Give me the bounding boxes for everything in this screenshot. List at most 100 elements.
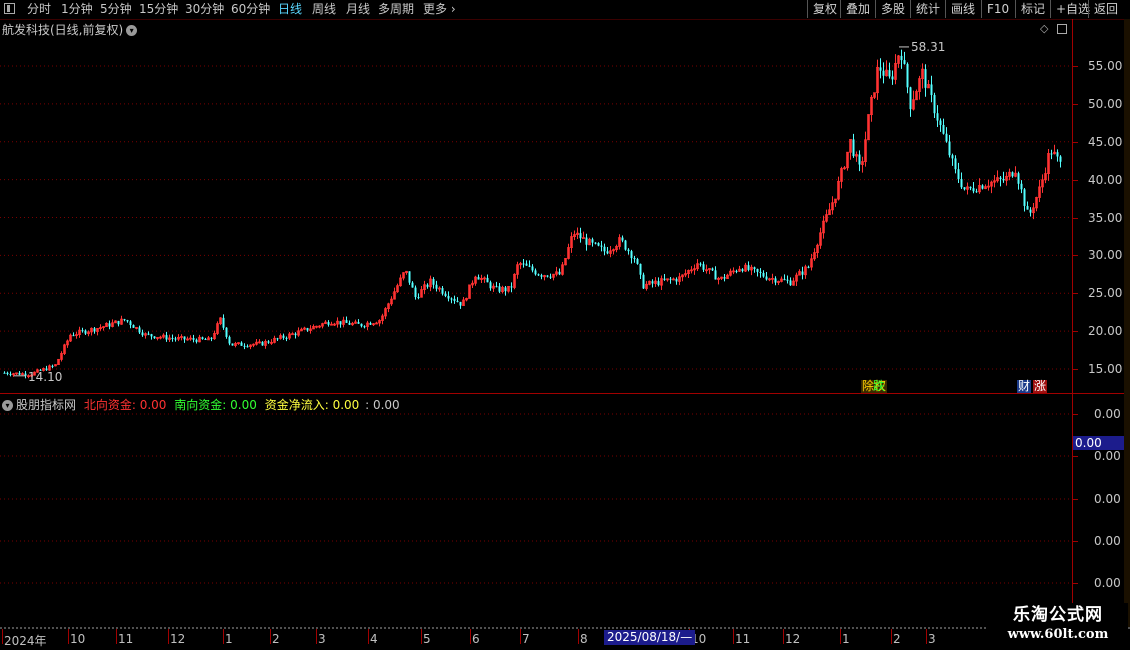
date-tick: [270, 629, 271, 644]
candle-body: [1017, 173, 1020, 184]
candle-body: [924, 69, 927, 88]
candle-body: [150, 334, 153, 337]
toolbar-button-4[interactable]: 画线: [945, 0, 981, 18]
candle-body: [339, 321, 342, 325]
candle-body: [138, 327, 141, 333]
candle-body: [663, 278, 666, 280]
candle-body: [72, 335, 75, 337]
toolbar-button-2[interactable]: 多股: [875, 0, 910, 18]
period-tab-7[interactable]: 周线: [312, 1, 336, 18]
candle-body: [210, 337, 213, 339]
date-tick: [891, 629, 892, 644]
candle-body: [714, 270, 717, 280]
candle-body: [447, 295, 450, 299]
toolbar-button-0[interactable]: 复权: [807, 0, 840, 18]
current-value-box: 0.00: [1073, 436, 1124, 450]
candle-body: [699, 263, 702, 265]
candle-body: [633, 258, 636, 260]
period-tab-2[interactable]: 5分钟: [100, 1, 132, 18]
date-label: 2: [893, 632, 901, 646]
date-label: 11: [118, 632, 134, 646]
candle-body: [603, 246, 606, 252]
candle-body: [624, 240, 627, 250]
date-label: 2024年: [4, 634, 47, 648]
candle-body: [960, 179, 963, 188]
candle-body: [108, 323, 111, 327]
indicator-tick: [1073, 541, 1078, 542]
candle-body: [408, 271, 411, 283]
candle-body: [579, 233, 582, 239]
period-tab-8[interactable]: 月线: [346, 1, 370, 18]
candle-body: [489, 282, 492, 289]
candle-body: [411, 282, 414, 288]
period-tab-1[interactable]: 1分钟: [61, 1, 93, 18]
candle-body: [228, 336, 231, 344]
candle-body: [954, 158, 957, 170]
candle-body: [756, 268, 759, 272]
date-tick: [223, 629, 224, 644]
finance-tag[interactable]: 财: [1017, 380, 1032, 393]
period-tab-10[interactable]: 更多 ›: [423, 1, 456, 18]
date-label: 1: [225, 632, 233, 646]
candle-body: [879, 67, 882, 71]
candle-body: [933, 95, 936, 114]
drop-tag[interactable]: 跌: [872, 380, 886, 393]
period-tab-6[interactable]: 日线: [278, 1, 302, 18]
window-icon[interactable]: [4, 3, 15, 14]
candlestick-chart[interactable]: 58.31 14.10: [0, 19, 1072, 393]
indicator-axis-label: 0.00: [1094, 576, 1121, 590]
candle-body: [1050, 153, 1053, 155]
candle-body: [414, 287, 417, 298]
period-tab-9[interactable]: 多周期: [378, 1, 414, 18]
candle-body: [789, 280, 792, 286]
price-tick: [1073, 293, 1078, 295]
date-label: 4: [370, 632, 378, 646]
price-tick: [1073, 141, 1078, 143]
candle-body: [762, 273, 765, 277]
candle-body: [753, 267, 756, 269]
indicator-tick: [1073, 583, 1078, 584]
candle-body: [486, 277, 489, 283]
candle-body: [546, 275, 549, 277]
candle-body: [600, 245, 603, 247]
date-tick: [520, 629, 521, 644]
price-label: 35.00: [1088, 210, 1123, 225]
price-axis-divider: [1072, 19, 1073, 627]
right-side-strip[interactable]: [1124, 19, 1130, 627]
candle-body: [504, 287, 507, 292]
candle-body: [591, 239, 594, 243]
indicator-axis-label: 0.00: [1094, 492, 1121, 506]
date-label: 6: [472, 632, 480, 646]
candle-body: [597, 243, 600, 246]
date-tick: [733, 629, 734, 644]
candle-body: [174, 338, 177, 340]
indicator-tick: [1073, 414, 1078, 415]
period-tab-4[interactable]: 30分钟: [185, 1, 224, 18]
candle-body: [549, 276, 552, 278]
period-tab-0[interactable]: 分时: [27, 1, 51, 18]
toolbar-button-7[interactable]: +自选: [1050, 0, 1090, 18]
toolbar-button-6[interactable]: 标记: [1015, 0, 1050, 18]
candle-body: [972, 188, 975, 192]
date-label: 8: [580, 632, 588, 646]
candle-body: [306, 328, 309, 331]
candle-body: [123, 319, 126, 321]
toolbar-button-3[interactable]: 统计: [910, 0, 945, 18]
period-tab-3[interactable]: 15分钟: [139, 1, 178, 18]
toolbar-button-8[interactable]: 返回: [1088, 0, 1122, 18]
rise-tag[interactable]: 涨: [1033, 380, 1048, 393]
date-tick: [926, 629, 927, 644]
candle-body: [153, 336, 156, 339]
candle-body: [510, 286, 513, 288]
candle-body: [267, 341, 270, 343]
candle-body: [657, 281, 660, 286]
indicator-chart[interactable]: [0, 394, 1072, 627]
price-tick: [1073, 103, 1078, 105]
watermark-title: 乐淘公式网: [1013, 605, 1103, 625]
toolbar-button-1[interactable]: 叠加: [840, 0, 875, 18]
toolbar-button-5[interactable]: F10: [981, 0, 1015, 18]
candle-body: [141, 332, 144, 336]
period-tab-5[interactable]: 60分钟: [231, 1, 270, 18]
candle-body: [6, 372, 9, 374]
candle-body: [858, 154, 861, 165]
